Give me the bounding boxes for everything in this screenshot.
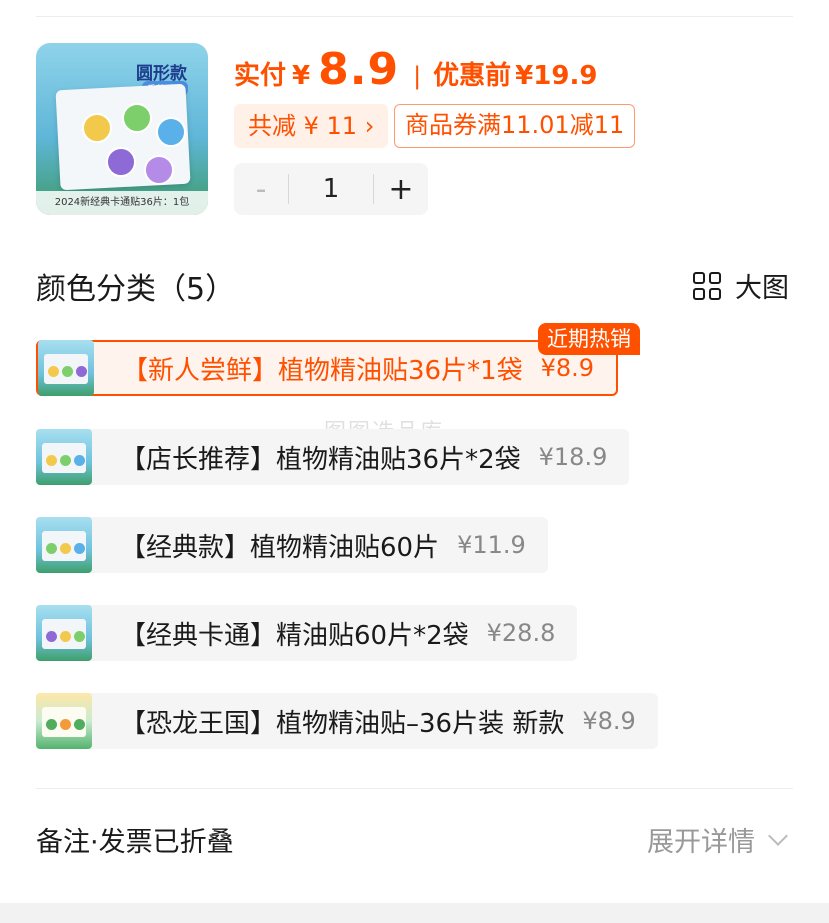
variant-label: 【新人尝鲜】植物精油贴36片*1袋 (122, 355, 523, 386)
chevron-down-icon (768, 825, 788, 846)
variant-thumbnail (36, 517, 92, 573)
variant-thumbnail (36, 693, 92, 749)
variant-thumbnail (38, 340, 94, 396)
paid-amount: 8.9 (318, 44, 400, 95)
price-separator: | (413, 62, 422, 90)
expand-details-button[interactable]: 展开详情 (647, 820, 788, 859)
variant-thumbnail (36, 605, 92, 661)
variant-price: ¥18.9 (538, 443, 608, 471)
sticker-image (122, 103, 152, 133)
thumbnail-caption: 2024新经典卡通贴36片：1包 (36, 191, 208, 215)
product-thumbnail[interactable]: 圆形款 香茅香型 2024新经典卡通贴36片：1包 (36, 43, 208, 215)
expand-details-label: 展开详情 (647, 827, 755, 858)
variant-option-2[interactable]: 【店长推荐】植物精油贴36片*2袋 ¥18.9 (36, 429, 630, 485)
sticker-image (156, 117, 186, 147)
variant-price: ¥8.9 (540, 354, 595, 382)
hot-sale-badge: 近期热销 (538, 323, 640, 355)
bottom-divider (36, 788, 793, 789)
variant-option-5[interactable]: 【恐龙王国】植物精油贴–36片装 新款 ¥8.9 (36, 693, 658, 749)
variant-section-title: 颜色分类（5） (36, 272, 236, 307)
variant-option-4[interactable]: 【经典卡通】精油贴60片*2袋 ¥28.8 (36, 605, 578, 661)
variant-price: ¥11.9 (457, 531, 526, 559)
increase-quantity-button[interactable]: + (374, 163, 428, 215)
variant-option-3[interactable]: 【经典款】植物精油贴60片 ¥11.9 (36, 517, 548, 573)
large-image-toggle[interactable]: 大图 (693, 266, 789, 305)
coupon-tag: 商品券满11.01减11 (394, 104, 636, 148)
before-discount-price: ¥19.9 (515, 61, 598, 91)
variant-price: ¥8.9 (582, 707, 636, 735)
sticker-image (82, 113, 112, 143)
sticker-image (106, 147, 136, 177)
variant-thumbnail (36, 429, 92, 485)
grid-icon (693, 271, 721, 300)
decrease-quantity-button[interactable]: - (234, 163, 288, 215)
discount-detail-button[interactable]: 共减 ¥ 11 › (234, 104, 389, 148)
variant-label: 【恐龙王国】植物精油贴–36片装 新款 (120, 708, 565, 739)
quantity-value[interactable]: 1 (289, 174, 373, 204)
quantity-stepper: - 1 + (234, 163, 428, 215)
before-discount-label: 优惠前 (433, 61, 512, 91)
variant-option-1[interactable]: 【新人尝鲜】植物精油贴36片*1袋 ¥8.9 (36, 340, 619, 396)
variant-label: 【店长推荐】植物精油贴36片*2袋 (120, 444, 521, 475)
remark-invoice-label: 备注·发票已折叠 (36, 827, 234, 858)
view-toggle-label: 大图 (735, 273, 789, 304)
currency-symbol: ¥ (292, 61, 311, 91)
footer-band (0, 903, 829, 923)
variant-label: 【经典款】植物精油贴60片 (120, 532, 440, 563)
variant-label: 【经典卡通】精油贴60片*2袋 (120, 620, 469, 651)
price-line: 实付 ¥ 8.9 | 优惠前 ¥19.9 (234, 44, 597, 95)
variant-price: ¥28.8 (486, 619, 556, 647)
sticker-image (144, 155, 174, 185)
top-divider (36, 16, 793, 17)
paid-label: 实付 (234, 61, 287, 91)
